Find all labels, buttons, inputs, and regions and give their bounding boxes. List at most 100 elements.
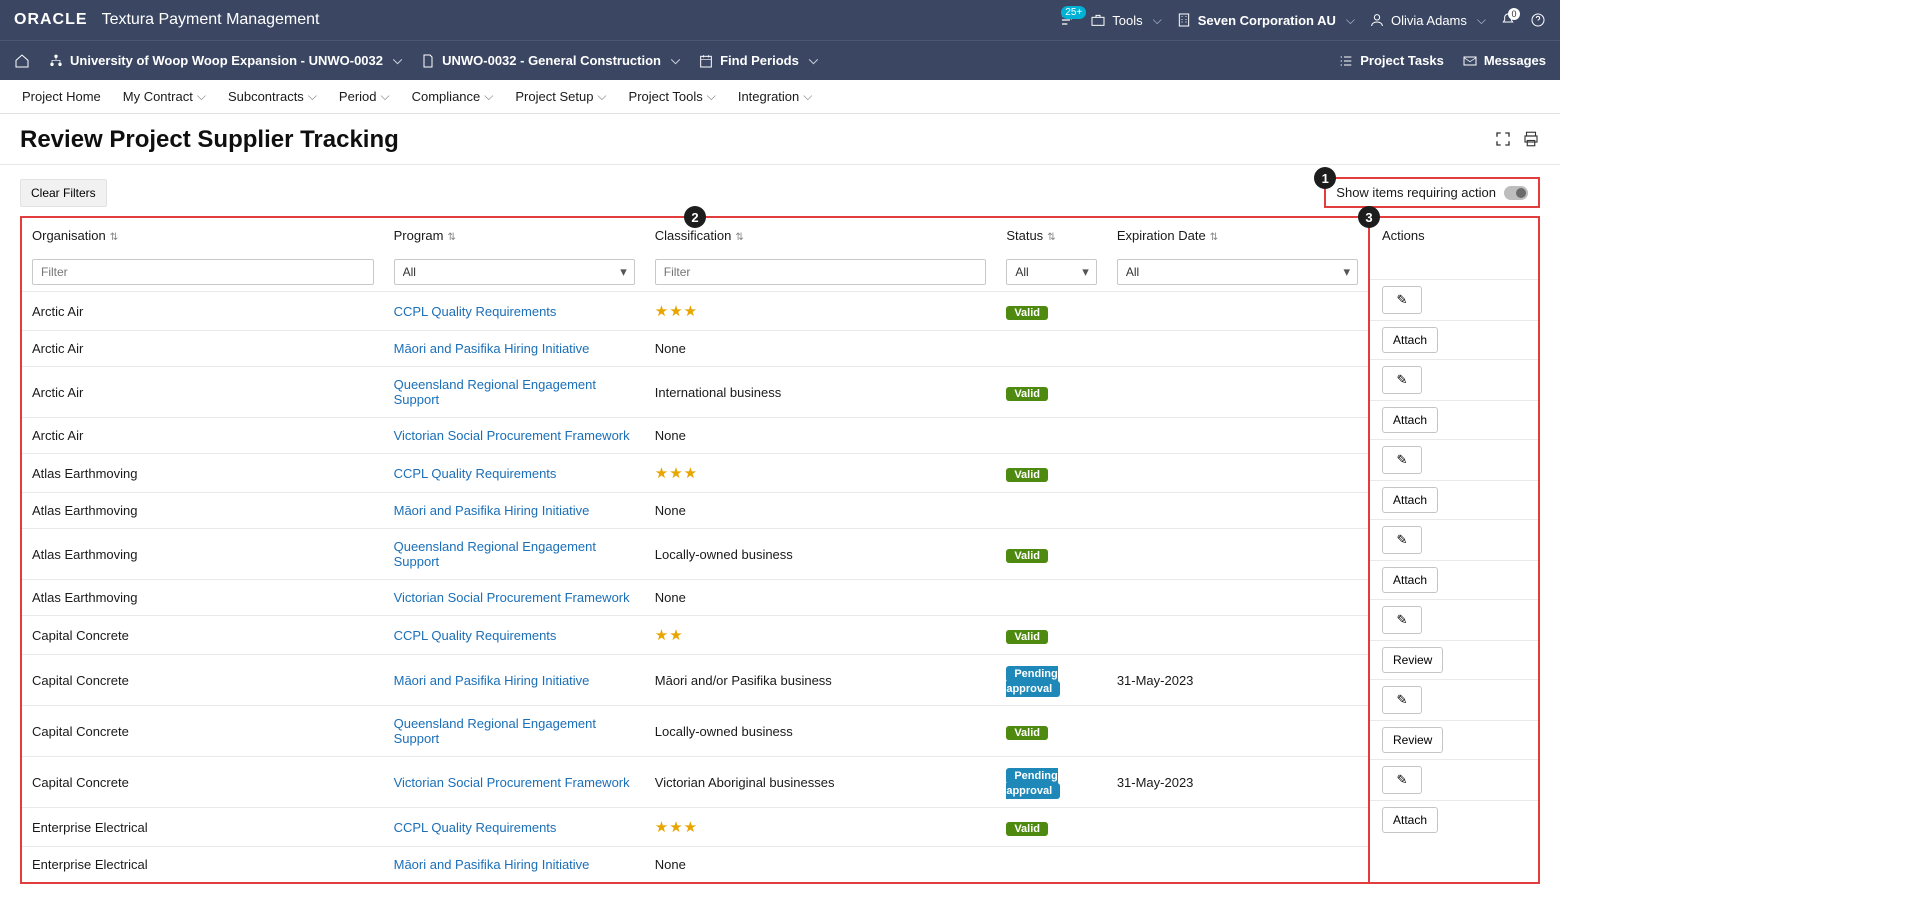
attach-button[interactable]: Attach [1382, 327, 1438, 353]
program-link[interactable]: Māori and Pasifika Hiring Initiative [394, 341, 590, 356]
cell-expiration [1107, 493, 1368, 529]
program-link[interactable]: Māori and Pasifika Hiring Initiative [394, 503, 590, 518]
cell-status [996, 331, 1106, 367]
filter-classification-input[interactable] [655, 259, 987, 285]
user-menu[interactable]: Olivia Adams [1369, 12, 1486, 28]
document-icon [420, 53, 436, 69]
tasks-icon[interactable]: 25+ [1060, 12, 1076, 28]
periods-crumb[interactable]: Find Periods [698, 53, 818, 69]
menu-compliance[interactable]: Compliance [412, 89, 494, 104]
cell-status: Pending approval [996, 655, 1106, 706]
periods-crumb-label: Find Periods [720, 53, 799, 68]
program-link[interactable]: CCPL Quality Requirements [394, 466, 557, 481]
tools-menu[interactable]: Tools [1090, 12, 1161, 28]
program-link[interactable]: CCPL Quality Requirements [394, 628, 557, 643]
contract-crumb[interactable]: UNWO-0032 - General Construction [420, 53, 680, 69]
filter-expiration-select[interactable] [1117, 259, 1358, 285]
supplier-table-box: 2 Organisation⇅ Program⇅ Classification⇅… [20, 216, 1370, 884]
status-badge-valid: Valid [1006, 468, 1048, 482]
cell-status: Valid [996, 292, 1106, 331]
cell-classification: Victorian Aboriginal businesses [645, 757, 997, 808]
notifications-icon[interactable]: 0 [1500, 12, 1516, 28]
review-button[interactable]: Review [1382, 727, 1443, 753]
status-badge-valid: Valid [1006, 630, 1048, 644]
program-link[interactable]: Victorian Social Procurement Framework [394, 590, 630, 605]
attach-button[interactable]: Attach [1382, 807, 1438, 833]
cell-expiration [1107, 292, 1368, 331]
attach-button[interactable]: Attach [1382, 487, 1438, 513]
calendar-icon [698, 53, 714, 69]
tasks-badge: 25+ [1061, 6, 1086, 19]
menu-subcontracts[interactable]: Subcontracts [228, 89, 317, 104]
filter-program-select[interactable] [394, 259, 635, 285]
project-tasks-label: Project Tasks [1360, 53, 1444, 68]
program-link[interactable]: Queensland Regional Engagement Support [394, 539, 596, 569]
sort-icon[interactable]: ⇅ [447, 232, 455, 243]
cell-organisation: Atlas Earthmoving [22, 493, 384, 529]
project-crumb-label: University of Woop Woop Expansion - UNWO… [70, 53, 383, 68]
menu-my-contract[interactable]: My Contract [123, 89, 206, 104]
contract-crumb-label: UNWO-0032 - General Construction [442, 53, 661, 68]
table-row: Arctic AirMāori and Pasifika Hiring Init… [22, 331, 1368, 367]
header-organisation[interactable]: Organisation [32, 228, 106, 243]
menu-project-tools[interactable]: Project Tools [629, 89, 716, 104]
status-badge-pending: Pending approval [1006, 768, 1060, 799]
header-program[interactable]: Program [394, 228, 444, 243]
program-link[interactable]: CCPL Quality Requirements [394, 304, 557, 319]
cell-classification: None [645, 418, 997, 454]
edit-button[interactable] [1382, 286, 1422, 314]
attach-button[interactable]: Attach [1382, 567, 1438, 593]
home-icon[interactable] [14, 53, 30, 69]
edit-button[interactable] [1382, 686, 1422, 714]
filter-status-select[interactable] [1006, 259, 1096, 285]
cell-classification: None [645, 331, 997, 367]
org-menu[interactable]: Seven Corporation AU [1176, 12, 1355, 28]
program-link[interactable]: Victorian Social Procurement Framework [394, 775, 630, 790]
edit-button[interactable] [1382, 606, 1422, 634]
review-button[interactable]: Review [1382, 647, 1443, 673]
edit-button[interactable] [1382, 366, 1422, 394]
star-rating: ★★★ [655, 303, 698, 320]
cell-expiration [1107, 418, 1368, 454]
program-link[interactable]: CCPL Quality Requirements [394, 820, 557, 835]
program-link[interactable]: Queensland Regional Engagement Support [394, 716, 596, 746]
menu-period[interactable]: Period [339, 89, 390, 104]
program-link[interactable]: Māori and Pasifika Hiring Initiative [394, 673, 590, 688]
print-icon[interactable] [1522, 130, 1540, 151]
table-row: Atlas EarthmovingQueensland Regional Eng… [22, 529, 1368, 580]
toggle-switch[interactable] [1504, 186, 1528, 200]
menu-integration[interactable]: Integration [738, 89, 813, 104]
cell-status [996, 493, 1106, 529]
fullscreen-icon[interactable] [1494, 130, 1512, 151]
clear-filters-button[interactable]: Clear Filters [20, 179, 107, 207]
cell-organisation: Capital Concrete [22, 616, 384, 655]
header-expiration[interactable]: Expiration Date [1117, 228, 1206, 243]
menu-project-home[interactable]: Project Home [22, 89, 101, 104]
program-link[interactable]: Māori and Pasifika Hiring Initiative [394, 857, 590, 872]
sort-icon[interactable]: ⇅ [110, 232, 118, 243]
attach-button[interactable]: Attach [1382, 407, 1438, 433]
header-classification[interactable]: Classification [655, 228, 732, 243]
help-icon[interactable] [1530, 12, 1546, 28]
toggle-requiring-action: 1 Show items requiring action [1324, 177, 1540, 208]
edit-button[interactable] [1382, 446, 1422, 474]
header-status[interactable]: Status [1006, 228, 1043, 243]
edit-button[interactable] [1382, 766, 1422, 794]
program-link[interactable]: Queensland Regional Engagement Support [394, 377, 596, 407]
edit-button[interactable] [1382, 526, 1422, 554]
messages-link[interactable]: Messages [1462, 53, 1546, 69]
table-row: Capital ConcreteQueensland Regional Enga… [22, 706, 1368, 757]
cell-status [996, 418, 1106, 454]
filter-organisation-input[interactable] [32, 259, 374, 285]
menu-project-setup[interactable]: Project Setup [515, 89, 606, 104]
sort-icon[interactable]: ⇅ [735, 232, 743, 243]
project-tasks-link[interactable]: Project Tasks [1338, 53, 1444, 69]
menu-bar: Project Home My Contract Subcontracts Pe… [0, 80, 1560, 114]
sort-icon[interactable]: ⇅ [1210, 232, 1218, 243]
program-link[interactable]: Victorian Social Procurement Framework [394, 428, 630, 443]
status-badge-valid: Valid [1006, 306, 1048, 320]
person-icon [1369, 12, 1385, 28]
project-crumb[interactable]: University of Woop Woop Expansion - UNWO… [48, 53, 402, 69]
status-badge-valid: Valid [1006, 549, 1048, 563]
sort-icon[interactable]: ⇅ [1047, 232, 1055, 243]
